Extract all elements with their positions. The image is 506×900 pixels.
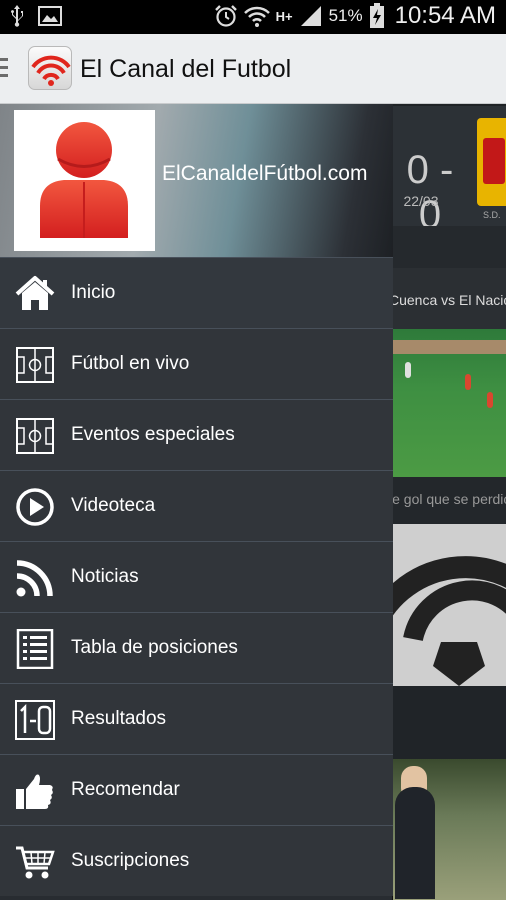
network-type-label: H+ <box>275 8 293 24</box>
usb-icon <box>11 5 23 27</box>
battery-charging-icon <box>369 3 384 28</box>
video-headline[interactable]: le gol que se perdió <box>393 491 506 507</box>
menu-item-tabla-de-posiciones[interactable]: Tabla de posiciones <box>0 612 393 683</box>
match-date: 22/03 <box>403 193 439 209</box>
team-label: S.D. <box>483 210 501 220</box>
feed-divider <box>393 686 506 759</box>
menu-item-inicio[interactable]: Inicio <box>0 257 393 328</box>
scoreboard-icon <box>15 700 55 740</box>
rss-icon <box>16 560 53 597</box>
image-icon <box>38 6 62 26</box>
soccer-field-icon <box>16 347 54 383</box>
soccer-field-icon <box>16 418 54 454</box>
player-figure <box>405 362 411 378</box>
wifi-icon <box>243 6 270 27</box>
menu-item-recomendar[interactable]: Recomendar <box>0 754 393 825</box>
person-figure <box>395 787 435 899</box>
home-icon <box>15 276 55 310</box>
menu-item-label: Fútbol en vivo <box>71 353 190 374</box>
news-headline[interactable]: Cuenca vs El Nacional <box>393 292 506 308</box>
battery-percent: 51% <box>328 6 363 25</box>
clock: 10:54 AM <box>394 2 496 29</box>
player-figure <box>465 374 471 390</box>
news-card-header: le gol que se perdió <box>393 477 506 524</box>
user-avatar-icon[interactable] <box>14 110 155 251</box>
status-bar: H+ 51% 10:54 AM <box>0 0 506 34</box>
list-icon <box>16 629 54 669</box>
action-bar: El Canal del Futbol <box>0 34 506 104</box>
menu-item-suscripciones[interactable]: Suscripciones <box>0 825 393 896</box>
menu-item-videoteca[interactable]: Videoteca <box>0 470 393 541</box>
menu-item-label: Inicio <box>71 282 116 303</box>
navigation-drawer: ElCanaldelFútbol.com Inicio Fútbol en vi… <box>0 104 393 900</box>
hamburger-icon[interactable] <box>0 58 8 78</box>
home-feed: 0 - 0 22/03 S.D. Cuenca vs El Nacional l… <box>393 104 506 900</box>
play-icon <box>16 488 54 526</box>
alarm-icon <box>214 5 237 27</box>
menu-item-label: Recomendar <box>71 779 180 800</box>
menu-item-label: Suscripciones <box>71 850 190 871</box>
video-thumbnail[interactable] <box>393 524 506 686</box>
menu-item-futbol-en-vivo[interactable]: Fútbol en vivo <box>0 328 393 399</box>
player-figure <box>487 392 493 408</box>
match-score-card[interactable]: 0 - 0 22/03 S.D. <box>393 106 506 237</box>
site-name: ElCanaldelFútbol.com <box>162 162 368 185</box>
wifi-ball-app-icon[interactable] <box>28 46 72 90</box>
app-title: El Canal del Futbol <box>80 55 292 83</box>
menu-item-label: Tabla de posiciones <box>71 637 238 658</box>
menu-item-noticias[interactable]: Noticias <box>0 541 393 612</box>
team-crest-icon <box>477 118 506 206</box>
feed-divider <box>393 226 506 268</box>
menu-item-label: Resultados <box>71 708 167 729</box>
menu-item-label: Eventos especiales <box>71 424 235 445</box>
drawer-header: ElCanaldelFútbol.com <box>0 104 393 257</box>
news-card-header: Cuenca vs El Nacional <box>393 268 506 332</box>
drawer-menu: Inicio Fútbol en vivo Eventos especiales <box>0 257 393 896</box>
menu-item-label: Videoteca <box>71 495 156 516</box>
menu-item-label: Noticias <box>71 566 139 587</box>
signal-icon <box>300 6 321 26</box>
shopping-cart-icon <box>16 846 55 879</box>
menu-item-resultados[interactable]: Resultados <box>0 683 393 754</box>
menu-item-eventos-especiales[interactable]: Eventos especiales <box>0 399 393 470</box>
stadium-fence <box>393 340 506 354</box>
thumbs-up-icon <box>16 774 53 809</box>
wifi-ball-logo-icon <box>393 524 506 686</box>
